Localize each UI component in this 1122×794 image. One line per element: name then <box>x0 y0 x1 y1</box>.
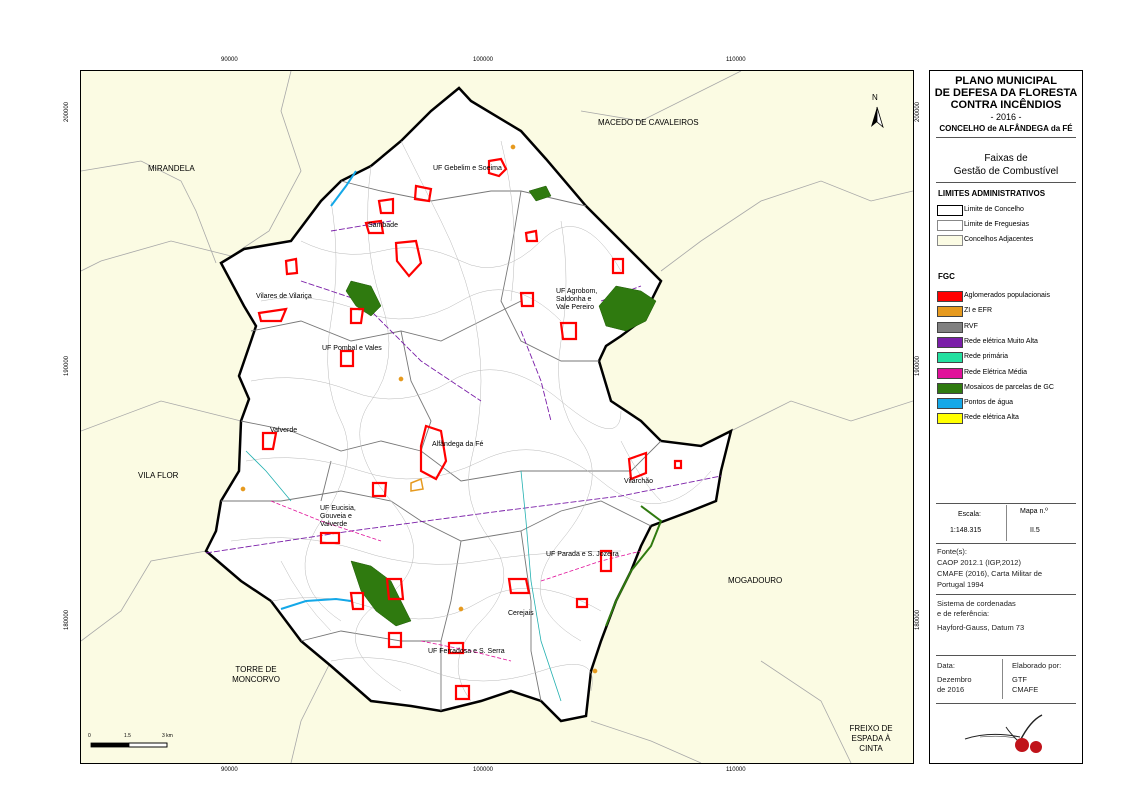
label-fgc-0: Aglomerados populacionais <box>964 292 1050 299</box>
left-tick-200000: 200000 <box>64 101 70 122</box>
map-canvas <box>81 71 913 763</box>
swatch-fgc-8 <box>937 413 963 425</box>
fonte-line-2: CMAFE (2016), Carta Militar de <box>937 569 1043 578</box>
label-fgc-7: Pontos de água <box>964 399 1014 407</box>
title-line-2: DE DEFESA DA FLORESTA <box>934 87 1078 99</box>
label-fgc-5: Rede Elétrica Média <box>964 368 1028 376</box>
subtitle-line-2: Gestão de Combustível <box>953 166 1059 177</box>
title-line-1: PLANO MUNICIPAL <box>955 75 1057 87</box>
title-year: - 2016 - <box>990 112 1022 122</box>
municipality-logo <box>964 714 1043 753</box>
neighbor-mirandela: MIRANDELA <box>148 164 195 173</box>
subtitle-line-1: Faixas de <box>984 153 1028 164</box>
right-tick-180000: 180000 <box>915 609 921 630</box>
left-tick-180000: 180000 <box>64 609 70 630</box>
label-fgc-8: Rede elétrica Alta <box>964 414 1019 422</box>
fonte-line-3: Portugal 1994 <box>937 580 984 589</box>
parish-agrobom: UF Agrobom, Saldonha e Vale Pereiro <box>556 288 598 311</box>
parish-valverde: Valverde <box>270 427 298 434</box>
bottom-tick-100000: 100000 <box>473 767 494 773</box>
parish-parada: UF Parada e S. Jozeira <box>546 551 619 558</box>
swatch-fgc-7 <box>937 398 963 410</box>
parish-pombal: UF Pombal e Vales <box>322 345 382 352</box>
fonte-line-1: CAOP 2012.1 (IGP,2012) <box>937 558 1021 567</box>
neighbor-macedo: MACEDO DE CAVALEIROS <box>598 118 699 127</box>
data-line-2: de 2016 <box>937 685 965 694</box>
concelho-name: CONCELHO de ALFÂNDEGA da FÉ <box>939 124 1073 133</box>
swatch-limite-freguesias <box>937 220 963 231</box>
fgc-title: FGC <box>938 272 955 281</box>
parish-alfandega: Alfândega da Fé <box>432 441 484 448</box>
swatch-fgc-3 <box>937 336 963 348</box>
sistema-line-1: Sistema de cordenadas <box>937 599 1016 608</box>
label-limite-freguesias: Limite de Freguesias <box>964 221 1029 228</box>
sistema-line-2: e de referência: <box>937 609 990 618</box>
swatch-fgc-1 <box>937 306 963 318</box>
right-tick-200000: 200000 <box>915 101 921 122</box>
fonte-label: Fonte(s): <box>937 547 968 556</box>
label-fgc-6: Mosaicos de parcelas de GC <box>964 383 1054 391</box>
parish-cerejais: Cerejais <box>508 610 534 617</box>
label-fgc-3: Rede elétrica Muito Alta <box>964 337 1038 345</box>
parish-vilares: Vilares de Vilariça <box>256 293 312 300</box>
top-tick-90000: 90000 <box>221 57 238 63</box>
label-fgc-4: Rede primária <box>964 353 1008 361</box>
label-concelhos-adjacentes: Concelhos Adjacentes <box>964 236 1034 243</box>
title-line-3: CONTRA INCÊNDIOS <box>950 99 1062 111</box>
elaborado-label: Elaborado por: <box>1012 661 1062 670</box>
swatch-limite-concelho <box>937 205 963 216</box>
map-frame[interactable] <box>80 70 914 764</box>
left-tick-190000: 190000 <box>64 355 70 376</box>
escala-value: 1:148.315 <box>950 527 982 534</box>
mapa-label: Mapa n.º <box>1020 508 1048 515</box>
neighbor-torre-moncorvo: TORRE DE MONCORVO <box>232 665 280 684</box>
scale-label-0: 0 <box>88 733 91 739</box>
top-tick-100000: 100000 <box>473 57 494 63</box>
label-fgc-1: ZI e EFR <box>964 307 993 315</box>
parish-gebelim: UF Gebelim e Soeima <box>433 165 502 172</box>
parish-eucisia: UF Eucisia, Gouveia e Valverde <box>320 505 356 528</box>
data-line-1: Dezembro <box>937 675 972 684</box>
label-fgc-2: RVF <box>964 322 978 330</box>
swatch-fgc-5 <box>937 367 963 379</box>
elaborado-line-1: GTF <box>1012 675 1027 684</box>
neighbor-mogadouro: MOGADOURO <box>728 576 783 585</box>
scale-label-1-5: 1.5 <box>124 733 131 739</box>
sistema-value: Hayford-Gauss, Datum 73 <box>937 623 1025 632</box>
escala-label: Escala: <box>958 511 981 518</box>
scale-label-3km: 3 km <box>162 733 173 739</box>
swatch-fgc-2 <box>937 321 963 333</box>
north-label: N <box>872 93 878 102</box>
parish-ferradosa: UF Ferradosa e S. Serra <box>428 648 505 655</box>
bottom-tick-110000: 110000 <box>726 767 746 773</box>
bottom-tick-90000: 90000 <box>221 767 238 773</box>
parish-vilarchao: Vilarchão <box>624 478 654 485</box>
swatch-concelhos-adjacentes <box>937 235 963 246</box>
top-tick-110000: 110000 <box>726 57 746 63</box>
right-tick-190000: 190000 <box>915 355 921 376</box>
elaborado-line-2: CMAFE <box>1012 685 1039 694</box>
scale-bar-graphic <box>90 742 168 748</box>
swatch-fgc-0 <box>937 291 963 302</box>
admin-limits-title: LIMITES ADMINISTRATIVOS <box>938 189 1046 198</box>
swatch-fgc-6 <box>937 382 963 394</box>
label-limite-concelho: Limite de Concelho <box>964 206 1024 213</box>
data-label: Data: <box>937 661 955 670</box>
parish-sambade: Sambade <box>368 222 398 229</box>
legend-panel: PLANO MUNICIPAL DE DEFESA DA FLORESTA CO… <box>929 70 1083 764</box>
neighbor-vila-flor: VILA FLOR <box>138 471 179 480</box>
mapa-value: II.5 <box>1030 527 1040 534</box>
neighbor-freixo: FREIXO DE ESPADA À CINTA <box>849 724 893 753</box>
north-arrow-icon <box>871 106 884 129</box>
swatch-fgc-4 <box>937 352 963 364</box>
